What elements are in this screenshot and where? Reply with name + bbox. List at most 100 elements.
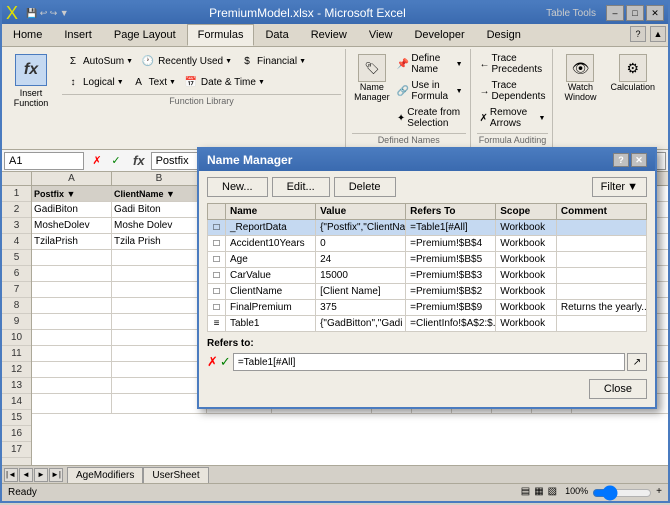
ribbon-collapse[interactable]: ▲ <box>650 26 666 42</box>
cancel-formula-icon[interactable]: ✗ <box>88 152 106 170</box>
th-refers-to[interactable]: Refers To <box>406 204 496 220</box>
sheet-prev-btn[interactable]: ◄ <box>19 468 33 482</box>
logical-btn[interactable]: ↕ Logical ▼ <box>62 72 127 92</box>
use-in-formula-dropdown[interactable]: ▼ <box>456 88 463 95</box>
row-name-cell[interactable]: Age <box>226 252 316 268</box>
autosum-dropdown[interactable]: ▼ <box>126 58 133 65</box>
row-num-16[interactable]: 16 <box>2 426 31 442</box>
row-name-cell[interactable]: CarValue <box>226 268 316 284</box>
edit-button[interactable]: Edit... <box>272 177 330 197</box>
row-refsto-cell[interactable]: =Premium!$B$9 <box>406 300 496 316</box>
cell-b1[interactable]: ClientName ▼ <box>112 186 207 201</box>
table-row[interactable]: □ Age 24 =Premium!$B$5 Workbook <box>208 252 647 268</box>
row-num-9[interactable]: 9 <box>2 314 31 330</box>
row-refsto-cell[interactable]: =Premium!$B$4 <box>406 236 496 252</box>
dialog-help-btn[interactable]: ? <box>613 153 629 167</box>
trace-dependents-btn[interactable]: → Trace Dependents <box>477 78 549 104</box>
autosum-btn[interactable]: Σ AutoSum ▼ <box>62 51 136 71</box>
row-scope-cell[interactable]: Workbook <box>496 284 557 300</box>
cell-b2[interactable]: Gadi Biton <box>112 202 207 217</box>
row-num-3[interactable]: 3 <box>2 218 31 234</box>
max-button[interactable]: □ <box>626 5 644 21</box>
logical-dropdown[interactable]: ▼ <box>117 79 124 86</box>
close-button[interactable]: Close <box>589 379 647 399</box>
row-num-1[interactable]: 1 <box>2 186 31 202</box>
row-scope-cell[interactable]: Workbook <box>496 252 557 268</box>
date-time-dropdown[interactable]: ▼ <box>258 79 265 86</box>
row-num-14[interactable]: 14 <box>2 394 31 410</box>
row-refsto-cell[interactable]: =Table1[#All] <box>406 220 496 236</box>
refers-to-input[interactable] <box>233 353 625 371</box>
recently-used-btn[interactable]: 🕐 Recently Used ▼ <box>137 51 235 71</box>
refers-to-expand-icon[interactable]: ↗ <box>627 353 647 371</box>
cell-a1[interactable]: Postfix ▼ <box>32 186 112 201</box>
cell-b5[interactable] <box>112 250 207 265</box>
new-button[interactable]: New... <box>207 177 268 197</box>
table-row[interactable]: ≡ Table1 {"GadBitton","Gadi ... =ClientI… <box>208 316 647 332</box>
row-comment-cell[interactable] <box>556 316 646 332</box>
name-manager-btn[interactable]: 🏷 NameManager <box>352 51 392 105</box>
row-num-13[interactable]: 13 <box>2 378 31 394</box>
insert-function-btn[interactable]: fx InsertFunction <box>6 49 56 147</box>
row-refsto-cell[interactable]: =Premium!$B$3 <box>406 268 496 284</box>
text-dropdown[interactable]: ▼ <box>169 79 176 86</box>
sheet-tab-agemodifiers[interactable]: AgeModifiers <box>67 467 143 483</box>
tab-formulas[interactable]: Formulas <box>187 24 255 46</box>
th-scope[interactable]: Scope <box>496 204 557 220</box>
sheet-last-btn[interactable]: ►| <box>49 468 63 482</box>
financial-dropdown[interactable]: ▼ <box>299 58 306 65</box>
col-header-a[interactable]: A <box>32 172 112 185</box>
tab-developer[interactable]: Developer <box>403 24 475 46</box>
cell-a5[interactable] <box>32 250 112 265</box>
row-scope-cell[interactable]: Workbook <box>496 268 557 284</box>
row-comment-cell[interactable] <box>556 252 646 268</box>
row-num-10[interactable]: 10 <box>2 330 31 346</box>
row-scope-cell[interactable]: Workbook <box>496 220 557 236</box>
tab-view[interactable]: View <box>358 24 404 46</box>
define-name-dropdown[interactable]: ▼ <box>456 61 463 68</box>
view-page-icon[interactable]: ▧ <box>548 486 557 500</box>
table-row[interactable]: □ ClientName [Client Name] =Premium!$B$2… <box>208 284 647 300</box>
define-name-btn[interactable]: 📌 Define Name ▼ <box>394 51 466 77</box>
name-box[interactable] <box>4 152 84 170</box>
row-num-15[interactable]: 15 <box>2 410 31 426</box>
row-num-5[interactable]: 5 <box>2 250 31 266</box>
watch-window-btn[interactable]: 👁 WatchWindow <box>559 51 601 145</box>
row-num-2[interactable]: 2 <box>2 202 31 218</box>
row-scope-cell[interactable]: Workbook <box>496 300 557 316</box>
zoom-slider[interactable] <box>592 486 652 500</box>
row-num-6[interactable]: 6 <box>2 266 31 282</box>
table-row[interactable]: □ CarValue 15000 =Premium!$B$3 Workbook <box>208 268 647 284</box>
row-num-8[interactable]: 8 <box>2 298 31 314</box>
row-comment-cell[interactable] <box>556 236 646 252</box>
delete-button[interactable]: Delete <box>334 177 396 197</box>
cell-a2[interactable]: GadiBiton <box>32 202 112 217</box>
zoom-in-icon[interactable]: + <box>656 486 662 500</box>
row-num-12[interactable]: 12 <box>2 362 31 378</box>
col-header-b[interactable]: B <box>112 172 207 185</box>
tab-pagelayout[interactable]: Page Layout <box>103 24 187 46</box>
row-value-cell[interactable]: 24 <box>316 252 406 268</box>
row-refsto-cell[interactable]: =Premium!$B$5 <box>406 252 496 268</box>
table-row[interactable]: □ Accident10Years 0 =Premium!$B$4 Workbo… <box>208 236 647 252</box>
sheet-first-btn[interactable]: |◄ <box>4 468 18 482</box>
cell-a4[interactable]: TzilaPrish <box>32 234 112 249</box>
row-name-cell[interactable]: ClientName <box>226 284 316 300</box>
row-name-cell[interactable]: FinalPremium <box>226 300 316 316</box>
th-icon[interactable] <box>208 204 226 220</box>
row-name-cell[interactable]: Accident10Years <box>226 236 316 252</box>
close-button[interactable]: ✕ <box>646 5 664 21</box>
ribbon-help[interactable]: ? <box>630 26 646 42</box>
view-normal-icon[interactable]: ▤ <box>521 486 530 500</box>
row-scope-cell[interactable]: Workbook <box>496 236 557 252</box>
row-num-7[interactable]: 7 <box>2 282 31 298</box>
row-name-cell[interactable]: _ReportData <box>226 220 316 236</box>
row-refsto-cell[interactable]: =Premium!$B$2 <box>406 284 496 300</box>
row-name-cell[interactable]: Table1 <box>226 316 316 332</box>
dialog-close-x-btn[interactable]: ✕ <box>631 153 647 167</box>
row-value-cell[interactable]: {"Postfix","ClientNa... <box>316 220 406 236</box>
date-time-btn[interactable]: 📅 Date & Time ▼ <box>180 72 268 92</box>
text-btn[interactable]: A Text ▼ <box>128 72 179 92</box>
sheet-tab-usersheet[interactable]: UserSheet <box>143 467 208 483</box>
row-comment-cell[interactable] <box>556 284 646 300</box>
